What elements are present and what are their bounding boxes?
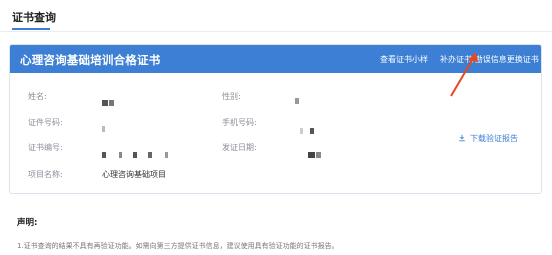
issue-date-value-masked (308, 143, 322, 162)
certificate-title: 心理咨询基础培训合格证书 (20, 53, 161, 67)
cert-number-value-masked (102, 117, 106, 136)
project-value: 心理咨询基础项目 (102, 170, 166, 179)
gender-label: 性别: (222, 92, 241, 101)
reissue-certificate-link[interactable]: 补办证书/勘误信息更换证书 (440, 54, 539, 65)
card-header: 心理咨询基础培训合格证书 查看证书小样 补办证书/勘误信息更换证书 (10, 45, 541, 73)
certificate-card: 心理咨询基础培训合格证书 查看证书小样 补办证书/勘误信息更换证书 姓名: 性别… (9, 44, 542, 194)
download-report-link[interactable]: 下载验证报告 (458, 133, 518, 144)
download-icon (459, 134, 465, 142)
project-label: 项目名称: (28, 170, 63, 179)
issue-date-label: 发证日期: (222, 143, 257, 152)
cert-serial-label: 证书编号: (28, 143, 63, 152)
cert-serial-value-masked (102, 143, 169, 162)
statement-line-1: 1.证书查询的结果不具有再验证功能。如需向第三方提供证书信息，建议使用具有验证功… (17, 242, 339, 250)
cert-number-label: 证件号码: (28, 118, 63, 127)
phone-label: 手机号码: (222, 118, 257, 127)
phone-value-masked (300, 119, 315, 138)
active-tab-indicator (12, 28, 50, 30)
view-sample-link[interactable]: 查看证书小样 (380, 54, 428, 65)
gender-value-masked (295, 89, 300, 108)
tab-divider (0, 31, 552, 32)
statement-title: 声明: (17, 218, 38, 228)
name-label: 姓名: (28, 92, 47, 101)
tab-certificate-query[interactable]: 证书查询 (12, 9, 56, 25)
download-report-label: 下载验证报告 (470, 134, 518, 143)
name-value-masked (102, 91, 115, 110)
